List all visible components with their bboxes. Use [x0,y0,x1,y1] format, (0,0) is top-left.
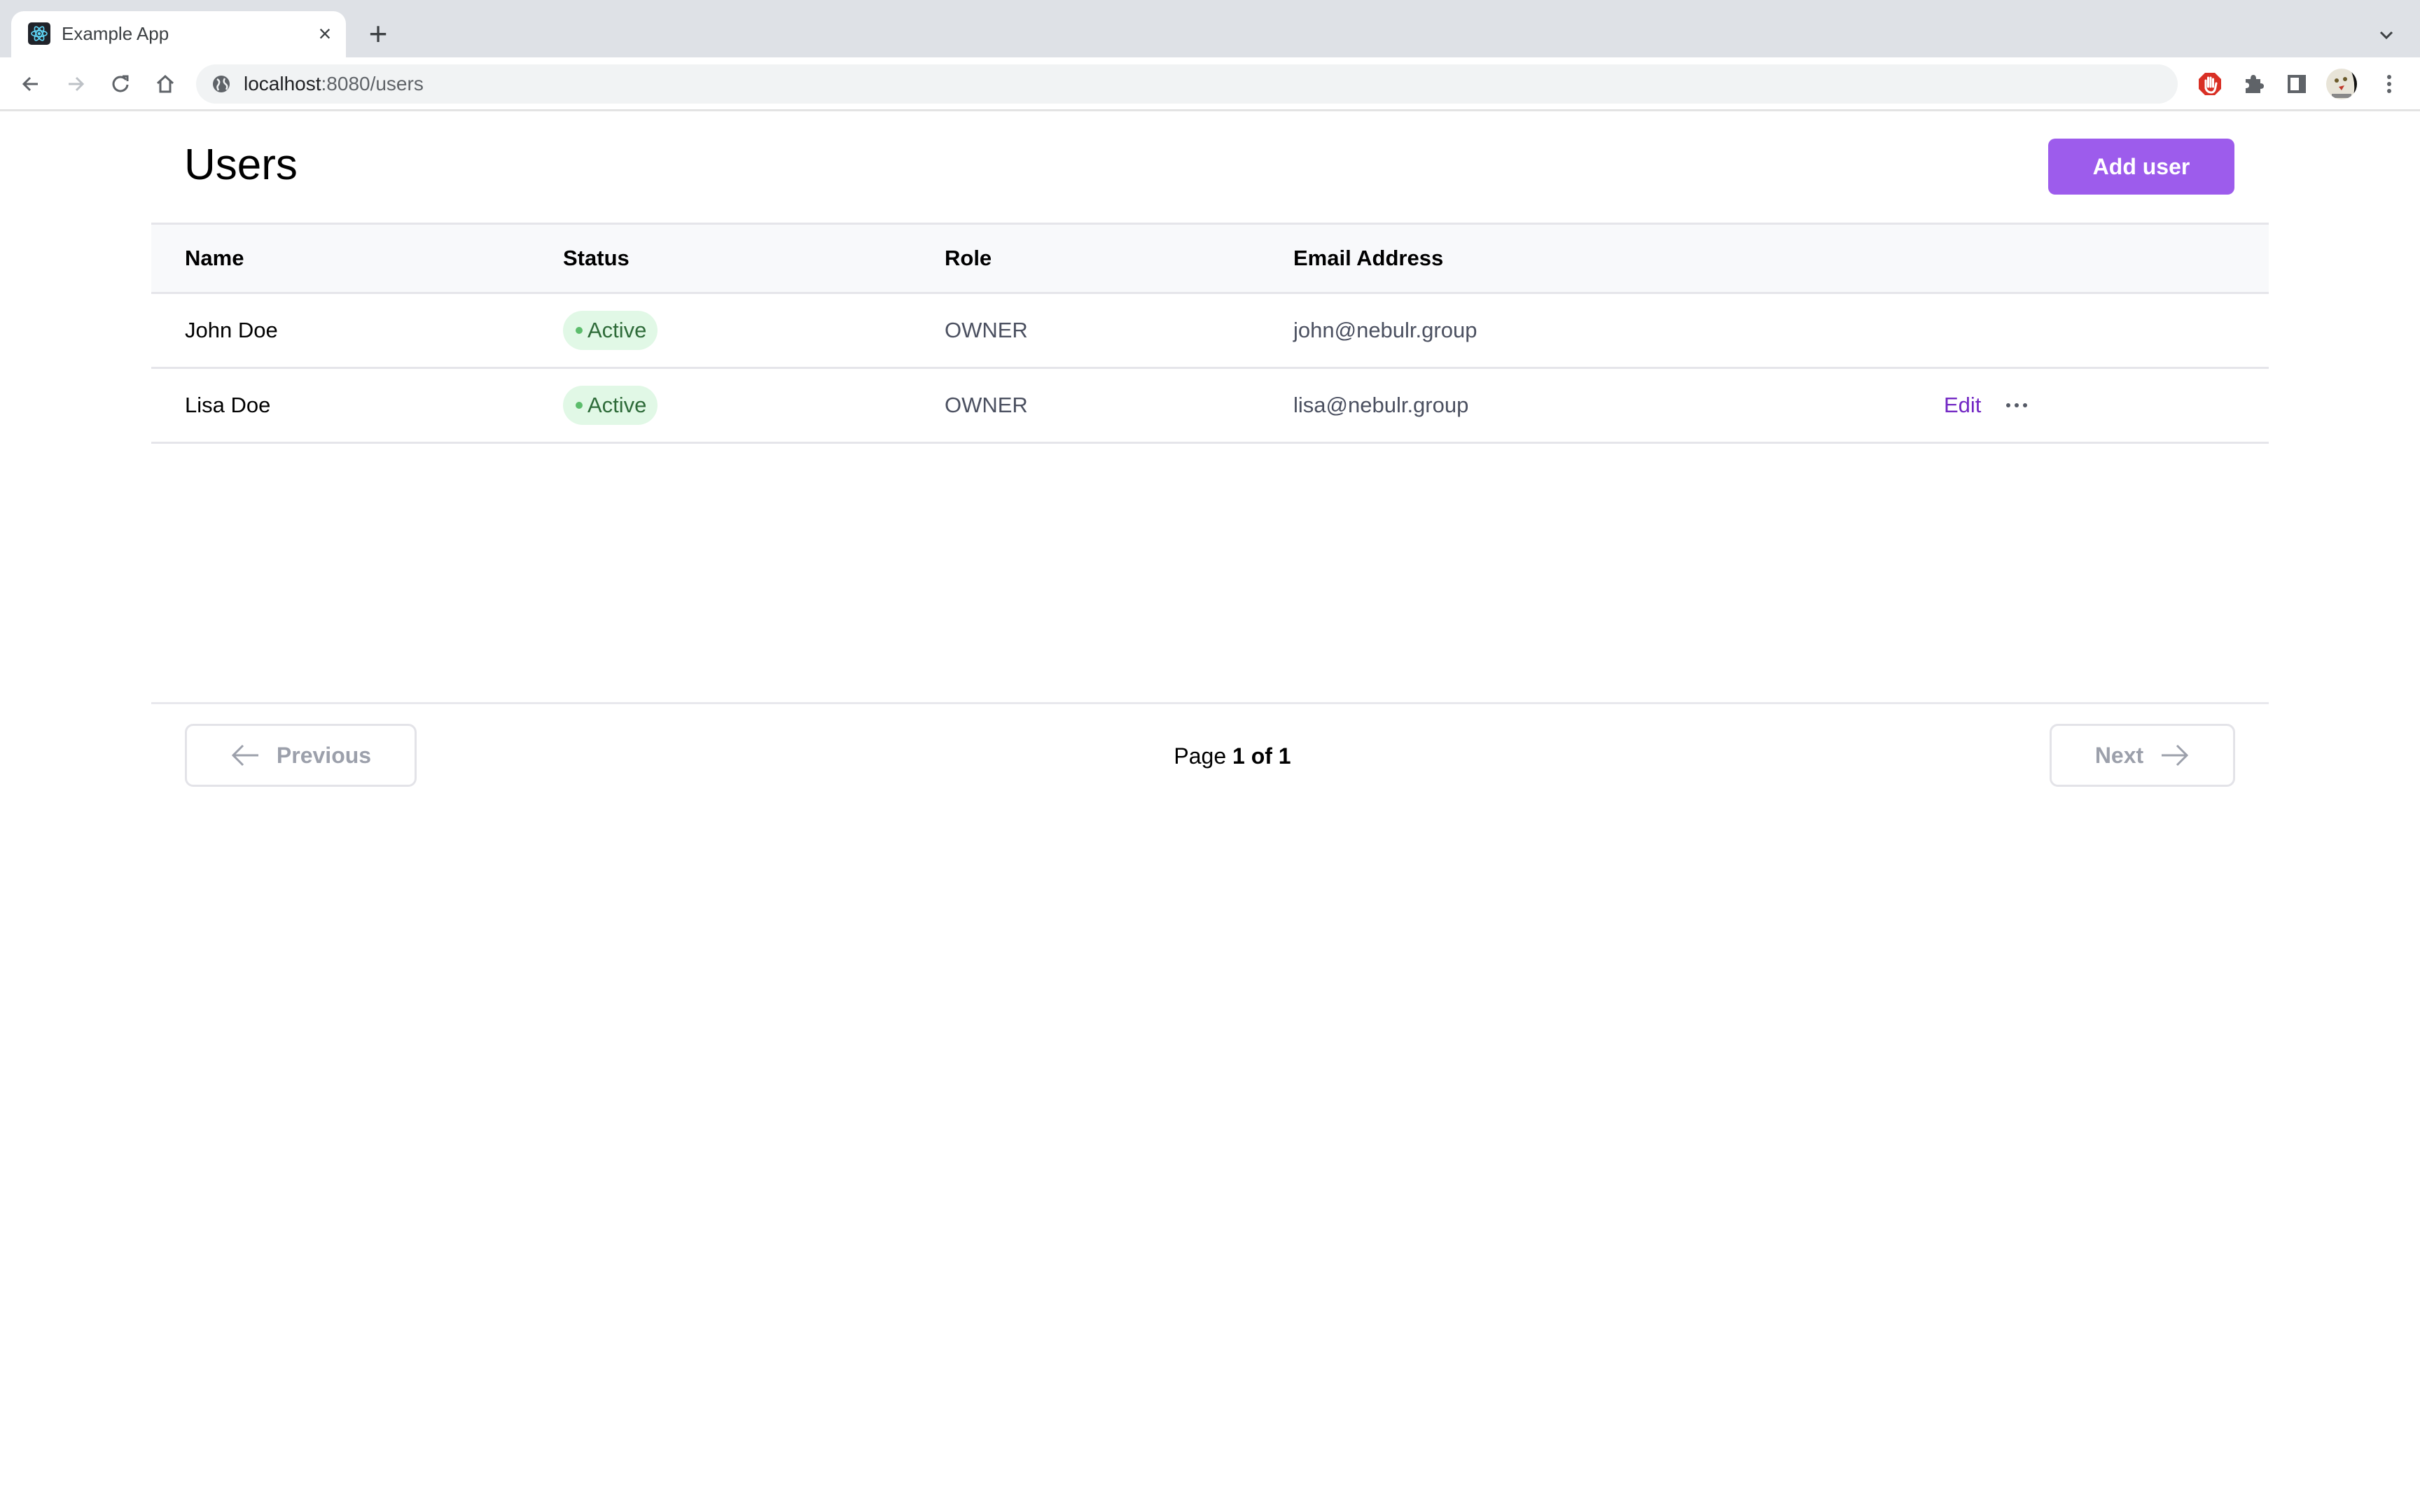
pagination-divider [151,702,2269,704]
url-host: localhost [244,73,321,94]
home-icon[interactable] [148,67,182,101]
current-page: 1 [1232,743,1245,769]
status-badge: Active [563,386,658,425]
close-tab-icon[interactable]: × [314,20,336,48]
adblock-icon[interactable] [2195,69,2225,99]
users-table: Name Status Role Email Address John Doe … [151,223,2269,444]
total-pages: 1 [1278,743,1291,769]
status-label: Active [587,393,647,417]
user-name: John Doe [185,318,278,342]
column-header-role[interactable]: Role [945,225,992,292]
address-bar[interactable] [196,64,2178,104]
table-row: John Doe Active OWNER john@nebulr.group [151,294,2269,369]
profile-avatar[interactable] [2326,69,2357,99]
page-title: Users [184,141,298,189]
next-label: Next [2094,742,2144,768]
puzzle-extensions-icon[interactable] [2238,69,2269,99]
page-prefix: Page [1174,743,1227,769]
globe-site-info-icon[interactable] [210,73,232,95]
new-tab-plus-icon[interactable]: + [364,17,392,50]
more-actions-ellipsis-icon[interactable] [2000,390,2033,421]
status-dot-icon [576,402,583,409]
tab-search-chevron-icon[interactable] [2372,21,2400,49]
status-badge: Active [563,311,658,350]
url-text[interactable]: localhost:8080/users [244,70,424,98]
forward-arrow-icon[interactable] [59,67,92,101]
tab-title: Example App [62,23,169,44]
browser-menu-kebab-icon[interactable] [2374,69,2405,99]
table-row: Lisa Doe Active OWNER lisa@nebulr.group … [151,369,2269,444]
browser-tab-bar [0,0,2420,57]
edit-user-link[interactable]: Edit [1944,369,1981,442]
reload-icon[interactable] [104,67,137,101]
next-page-button[interactable]: Next [2050,724,2235,787]
react-atom-icon [28,22,50,45]
page-indicator: Page 1 of 1 [1092,739,1372,773]
of-label: of [1251,743,1272,769]
user-email: lisa@nebulr.group [1293,393,1469,417]
arrow-left-icon [231,744,258,766]
side-panel-icon[interactable] [2281,69,2312,99]
user-role: OWNER [945,393,1028,417]
column-header-email[interactable]: Email Address [1293,225,1443,292]
url-path: :8080/users [321,73,424,94]
arrow-right-icon [2162,744,2189,766]
column-header-status[interactable]: Status [563,225,630,292]
column-header-name[interactable]: Name [185,225,244,292]
back-arrow-icon[interactable] [14,67,48,101]
user-role: OWNER [945,318,1028,342]
table-header: Name Status Role Email Address [151,223,2269,294]
user-email: john@nebulr.group [1293,318,1477,342]
status-label: Active [587,318,647,342]
status-dot-icon [576,327,583,334]
previous-page-button[interactable]: Previous [185,724,417,787]
user-name: Lisa Doe [185,393,271,417]
add-user-button[interactable]: Add user [2048,139,2234,195]
previous-label: Previous [276,742,372,768]
